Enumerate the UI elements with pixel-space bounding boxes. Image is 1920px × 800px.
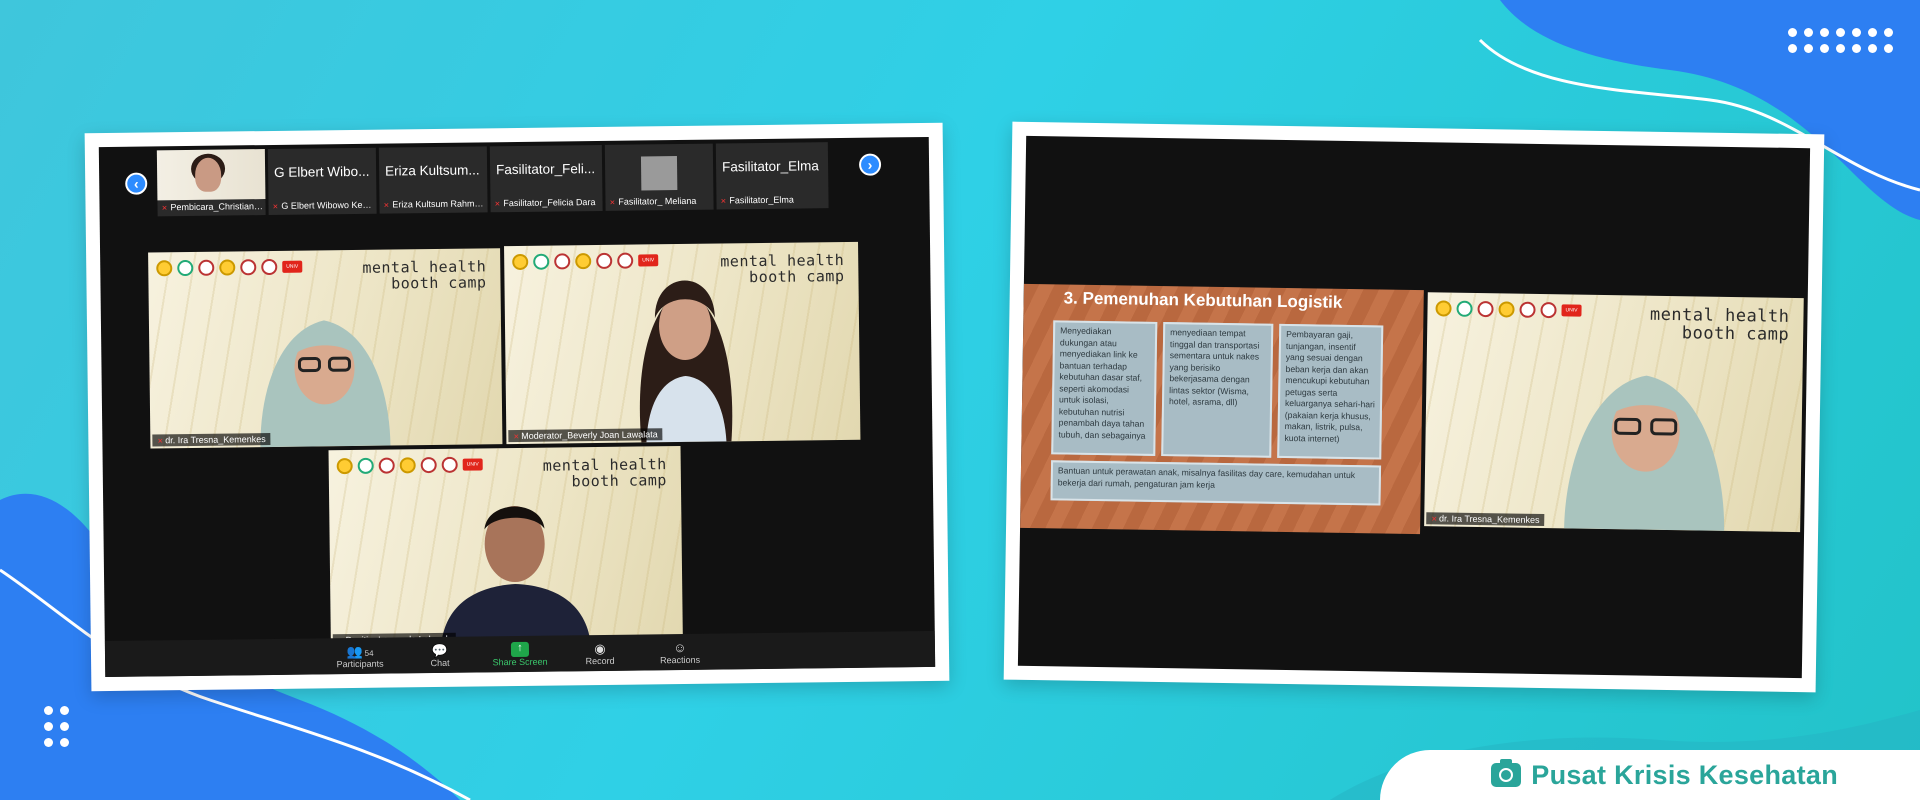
chat-button[interactable]: 💬 Chat	[410, 642, 470, 668]
event-title: mental health booth camp	[1649, 304, 1790, 345]
participant-video	[1564, 375, 1725, 531]
participant-name: Pembicara_Christiane...	[161, 201, 263, 212]
participant-name: Fasilitator_ Meliana	[609, 196, 711, 207]
meeting-toolbar: 👥 54 Participants 💬 Chat ↑ Share Screen ◉…	[104, 630, 936, 678]
speaker-video-tile[interactable]: UNIV mental healthbooth camp dr. Ira Tre…	[1424, 292, 1804, 533]
chat-icon: 💬	[431, 642, 449, 658]
participant-name: dr. Ira Tresna_Kemenkes	[152, 433, 271, 447]
share-screen-icon: ↑	[510, 641, 530, 657]
participant-name: dr. Ira Tresna_Kemenkes	[1426, 512, 1545, 527]
slide-box-2: menyediaan tempat tinggal dan transporta…	[1161, 322, 1274, 458]
participant-name: Eriza Kultsum Rahman...	[383, 198, 485, 209]
zoom-gallery-screen: ‹ › Pembicara_Christiane... G Elbert Wib…	[98, 136, 936, 678]
share-screen-label: Share Screen	[492, 656, 548, 667]
participants-icon: 👥	[346, 643, 363, 659]
reactions-button[interactable]: ☺ Reactions	[650, 639, 710, 665]
prev-page-button[interactable]: ‹	[125, 172, 148, 195]
shared-slide: 3. Pemenuhan Kebutuhan Logistik Menyedia…	[1020, 283, 1424, 535]
slide-title: 3. Pemenuhan Kebutuhan Logistik	[1063, 288, 1343, 312]
video-tile[interactable]: UNIV mental healthbooth camp Panitia_Leo…	[328, 446, 683, 649]
slide-box-3: Pembayaran gaji, tunjangan, insentif yan…	[1277, 323, 1384, 460]
participant-thumb[interactable]: Fasilitator_Feli... Fasilitator_Felicia …	[489, 144, 603, 213]
dot-grid-top-right	[1788, 28, 1893, 53]
sponsor-logos: UNIV	[1435, 300, 1582, 319]
video-tile[interactable]: UNIV mental healthbooth camp dr. Ira Tre…	[148, 248, 503, 449]
record-button[interactable]: ◉ Record	[570, 640, 630, 666]
participant-video	[639, 280, 733, 443]
participant-title: Fasilitator_Feli...	[496, 161, 596, 178]
zoom-share-screen: 3. Pemenuhan Kebutuhan Logistik Menyedia…	[1017, 135, 1811, 679]
slide-box-1: Menyediakan dukungan atau menyediakan li…	[1051, 320, 1158, 456]
participant-name: G Elbert Wibowo Ked...	[272, 200, 374, 211]
slide-box-4: Bantuan untuk perawatan anak, misalnya f…	[1050, 460, 1382, 506]
participant-video	[260, 320, 391, 448]
participant-thumb[interactable]: Fasilitator_ Meliana	[604, 143, 714, 211]
participant-title: Fasilitator_Elma	[721, 158, 819, 175]
sponsor-logos: UNIV	[336, 456, 483, 475]
participant-thumb[interactable]: Pembicara_Christiane...	[156, 149, 266, 217]
reactions-label: Reactions	[660, 654, 701, 665]
reactions-icon: ☺	[673, 639, 687, 655]
participant-thumb[interactable]: G Elbert Wibo... G Elbert Wibowo Ked...	[267, 147, 377, 216]
participant-title: G Elbert Wibo...	[274, 163, 370, 180]
participant-thumb[interactable]: Eriza Kultsum... Eriza Kultsum Rahman...	[378, 146, 488, 214]
participant-video	[156, 149, 266, 201]
record-icon: ◉	[594, 640, 606, 656]
chat-label: Chat	[430, 657, 450, 668]
participants-count: 54	[364, 648, 374, 658]
chevron-right-icon: ›	[867, 156, 873, 173]
participant-name: Fasilitator_Felicia Dara	[494, 197, 600, 208]
record-label: Record	[585, 655, 615, 666]
participant-thumb[interactable]: Fasilitator_Elma Fasilitator_Elma	[715, 142, 829, 210]
participants-label: Participants	[336, 658, 384, 669]
participant-title: Eriza Kultsum...	[385, 162, 480, 179]
participant-strip: Pembicara_Christiane... G Elbert Wibo...…	[156, 142, 829, 217]
video-tile[interactable]: UNIV mental healthbooth camp Moderator_B…	[504, 241, 861, 445]
footer-label: Pusat Krisis Kesehatan	[1531, 759, 1838, 790]
sponsor-logos: UNIV	[156, 258, 303, 277]
share-screen-button[interactable]: ↑ Share Screen	[490, 641, 550, 667]
dot-grid-bottom-left	[44, 706, 69, 747]
next-page-button[interactable]: ›	[858, 153, 882, 176]
camera-icon	[1491, 759, 1522, 787]
left-screenshot-frame: ‹ › Pembicara_Christiane... G Elbert Wib…	[84, 122, 950, 692]
event-title: mental health booth camp	[362, 257, 487, 293]
footer-credit: Pusat Krisis Kesehatan	[1380, 750, 1920, 800]
participant-name: Fasilitator_Elma	[720, 194, 826, 206]
right-screenshot-frame: 3. Pemenuhan Kebutuhan Logistik Menyedia…	[1003, 121, 1825, 693]
participant-video	[440, 506, 591, 647]
avatar-placeholder	[640, 156, 678, 191]
participant-name: Moderator_Beverly Joan Lawalata	[508, 428, 663, 443]
participants-button[interactable]: 👥 54 Participants	[330, 643, 390, 669]
chevron-left-icon: ‹	[133, 175, 139, 192]
